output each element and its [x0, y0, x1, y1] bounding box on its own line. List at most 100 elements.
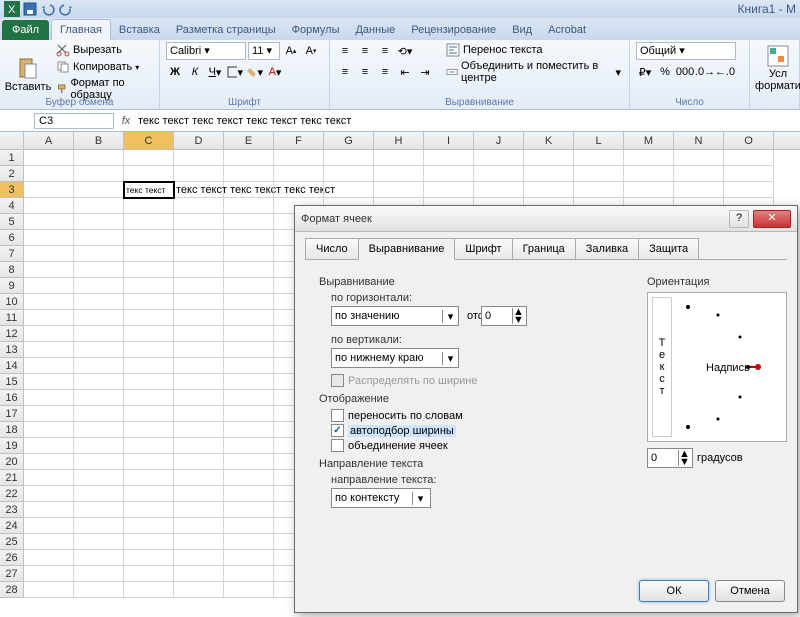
wrap-text-button[interactable]: Перенос текста	[444, 42, 623, 58]
name-box[interactable]: C3	[34, 113, 114, 129]
col-header[interactable]: H	[374, 132, 424, 149]
cell[interactable]	[124, 358, 174, 374]
cell[interactable]	[74, 486, 124, 502]
cell[interactable]	[74, 534, 124, 550]
row-header[interactable]: 16	[0, 390, 24, 406]
cell[interactable]	[24, 246, 74, 262]
cell[interactable]	[24, 358, 74, 374]
cell[interactable]	[24, 262, 74, 278]
cell[interactable]	[124, 230, 174, 246]
cell[interactable]	[224, 534, 274, 550]
dialog-tab-border[interactable]: Граница	[512, 238, 576, 260]
italic-button[interactable]: К	[186, 63, 204, 81]
cell[interactable]	[224, 326, 274, 342]
cell[interactable]	[124, 342, 174, 358]
cell[interactable]	[24, 166, 74, 182]
cell[interactable]	[224, 198, 274, 214]
row-header[interactable]: 15	[0, 374, 24, 390]
cell[interactable]	[374, 166, 424, 182]
cell[interactable]	[74, 582, 124, 598]
cell[interactable]	[224, 310, 274, 326]
cell[interactable]	[174, 278, 224, 294]
col-header[interactable]: O	[724, 132, 774, 149]
cell[interactable]	[124, 150, 174, 166]
indent-spinner[interactable]: ▲▼	[481, 306, 527, 326]
cell[interactable]	[124, 246, 174, 262]
cell[interactable]	[124, 486, 174, 502]
tab-data[interactable]: Данные	[347, 20, 403, 40]
increase-indent-button[interactable]: ⇥	[416, 63, 434, 81]
cell[interactable]	[674, 182, 724, 198]
cell[interactable]	[224, 230, 274, 246]
orientation-button[interactable]: ⟲▾	[396, 42, 414, 60]
cell[interactable]	[474, 150, 524, 166]
cell[interactable]	[174, 342, 224, 358]
cell[interactable]	[224, 486, 274, 502]
orientation-vertical-text[interactable]: Текст	[652, 297, 672, 437]
tab-home[interactable]: Главная	[51, 19, 111, 40]
dialog-tab-alignment[interactable]: Выравнивание	[358, 238, 456, 260]
cell[interactable]	[574, 182, 624, 198]
cell[interactable]	[174, 374, 224, 390]
cell[interactable]	[124, 534, 174, 550]
cell[interactable]	[74, 262, 124, 278]
cut-button[interactable]: Вырезать	[54, 42, 153, 58]
save-icon[interactable]	[22, 1, 38, 17]
cell[interactable]	[174, 326, 224, 342]
dialog-tab-fill[interactable]: Заливка	[575, 238, 639, 260]
increase-font-button[interactable]: A▴	[282, 42, 300, 60]
horizontal-select[interactable]: ▾	[331, 306, 459, 326]
cell[interactable]	[74, 550, 124, 566]
cell[interactable]	[224, 470, 274, 486]
cell[interactable]	[24, 150, 74, 166]
cell[interactable]	[24, 294, 74, 310]
row-header[interactable]: 12	[0, 326, 24, 342]
cell[interactable]	[174, 390, 224, 406]
wrap-checkbox[interactable]	[331, 409, 344, 422]
fx-button[interactable]: fx	[118, 115, 134, 127]
cell[interactable]	[174, 150, 224, 166]
cell[interactable]	[124, 422, 174, 438]
row-header[interactable]: 26	[0, 550, 24, 566]
cell[interactable]	[74, 198, 124, 214]
number-format-select[interactable]: Общий ▾	[636, 42, 736, 60]
tab-formulas[interactable]: Формулы	[284, 20, 348, 40]
cell[interactable]	[124, 406, 174, 422]
cell[interactable]	[224, 550, 274, 566]
comma-button[interactable]: 000	[676, 63, 694, 81]
cell[interactable]	[174, 518, 224, 534]
cell[interactable]	[174, 198, 224, 214]
cell[interactable]	[24, 422, 74, 438]
cell[interactable]	[24, 550, 74, 566]
cell[interactable]	[24, 278, 74, 294]
cell[interactable]: текс текст	[124, 182, 174, 198]
increase-decimal-button[interactable]: .0→	[696, 63, 714, 81]
cell[interactable]	[224, 502, 274, 518]
cell[interactable]	[74, 438, 124, 454]
col-header[interactable]: A	[24, 132, 74, 149]
cell[interactable]	[674, 166, 724, 182]
fill-color-button[interactable]: ▾	[246, 63, 264, 81]
select-all-corner[interactable]	[0, 132, 24, 149]
cell[interactable]	[74, 374, 124, 390]
cell[interactable]	[74, 246, 124, 262]
col-header[interactable]: C	[124, 132, 174, 149]
cell[interactable]	[574, 166, 624, 182]
cell[interactable]	[174, 262, 224, 278]
cell[interactable]	[24, 230, 74, 246]
cell[interactable]	[224, 246, 274, 262]
cell[interactable]	[124, 262, 174, 278]
cell[interactable]	[74, 182, 124, 198]
align-right-button[interactable]: ≡	[376, 63, 394, 81]
font-size-select[interactable]: 11 ▾	[248, 42, 280, 60]
cell[interactable]	[174, 166, 224, 182]
cell[interactable]	[224, 582, 274, 598]
cell[interactable]	[24, 502, 74, 518]
decrease-font-button[interactable]: A▾	[302, 42, 320, 60]
cell[interactable]	[224, 390, 274, 406]
row-header[interactable]: 14	[0, 358, 24, 374]
cell[interactable]	[24, 198, 74, 214]
cell[interactable]	[24, 582, 74, 598]
align-middle-button[interactable]: ≡	[356, 42, 374, 60]
col-header[interactable]: K	[524, 132, 574, 149]
